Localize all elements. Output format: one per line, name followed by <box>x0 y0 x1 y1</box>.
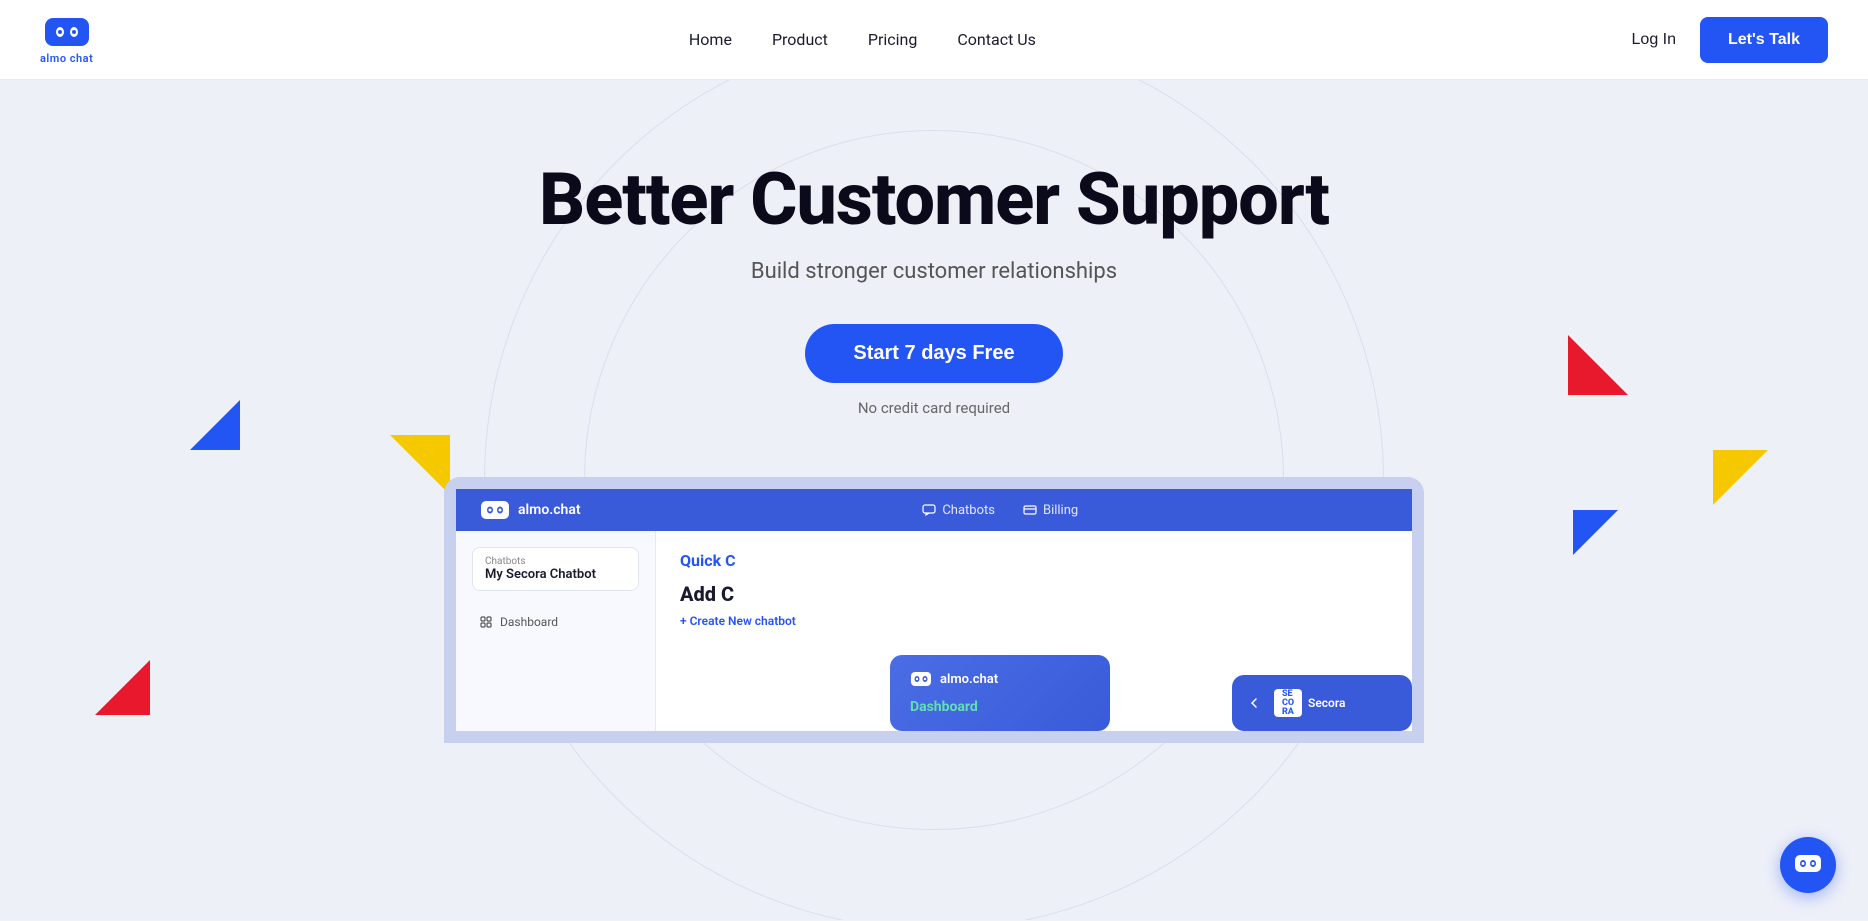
hero-subtitle: Build stronger customer relationships <box>539 259 1329 284</box>
shape-yellow-left <box>390 435 450 495</box>
logo[interactable]: almo chat <box>40 14 93 65</box>
popup-logo: almo.chat <box>910 671 1090 687</box>
dashboard-topbar: almo.chat Chatbots Billing <box>456 489 1412 531</box>
login-button[interactable]: Log In <box>1632 31 1676 49</box>
logo-label: almo chat <box>40 52 93 65</box>
nav-right: Log In Let's Talk <box>1632 17 1828 63</box>
dashboard-sidebar: Chatbots My Secora Chatbot Dashboard <box>456 531 656 731</box>
dash-brand: almo.chat <box>480 499 581 521</box>
shape-red-right <box>1568 335 1628 395</box>
sidebar-dashboard-label: Dashboard <box>500 615 558 629</box>
shape-blue-right <box>1573 510 1618 555</box>
talk-button[interactable]: Let's Talk <box>1700 17 1828 63</box>
navbar: almo chat Home Product Pricing Contact U… <box>0 0 1868 80</box>
dash-brand-label: almo.chat <box>518 502 581 518</box>
dashboard-popup: almo.chat Dashboard <box>890 655 1110 731</box>
add-label: Add C <box>680 582 1388 606</box>
logo-icon <box>43 14 91 50</box>
dashboard-right-panel: SECORA Secora <box>1232 675 1412 731</box>
dash-nav: Chatbots Billing <box>613 503 1388 518</box>
popup-dashboard-label: Dashboard <box>910 699 1090 715</box>
chat-bubble-button[interactable] <box>1780 837 1836 893</box>
shape-red-bottom-left <box>95 660 150 715</box>
nav-pricing[interactable]: Pricing <box>868 30 918 49</box>
dashboard-preview: almo.chat Chatbots Billing Chatbots My S… <box>444 477 1424 743</box>
hero-content: Better Customer Support Build stronger c… <box>539 160 1329 477</box>
sidebar-dashboard-item[interactable]: Dashboard <box>472 607 639 637</box>
shape-yellow-right <box>1713 450 1768 505</box>
chatbot-name: My Secora Chatbot <box>485 567 626 582</box>
hero-section: Better Customer Support Build stronger c… <box>0 80 1868 920</box>
quick-label: Quick C <box>680 551 1388 570</box>
start-free-button[interactable]: Start 7 days Free <box>805 324 1062 383</box>
right-panel-label: Secora <box>1308 696 1345 710</box>
nav-links: Home Product Pricing Contact Us <box>689 30 1036 49</box>
chatbot-label: Chatbots <box>485 556 626 567</box>
chatbot-selector[interactable]: Chatbots My Secora Chatbot <box>472 547 639 591</box>
create-chatbot-button[interactable]: + Create New chatbot <box>680 614 796 628</box>
nav-contact[interactable]: Contact Us <box>957 30 1036 49</box>
nav-product[interactable]: Product <box>772 30 828 49</box>
dash-nav-chatbots[interactable]: Chatbots <box>922 503 995 518</box>
no-credit-card-text: No credit card required <box>539 399 1329 417</box>
dash-logo-icon <box>480 499 510 521</box>
dash-nav-billing[interactable]: Billing <box>1023 503 1078 518</box>
nav-home[interactable]: Home <box>689 30 732 49</box>
shape-blue-left <box>190 400 240 450</box>
hero-title: Better Customer Support <box>539 160 1329 239</box>
